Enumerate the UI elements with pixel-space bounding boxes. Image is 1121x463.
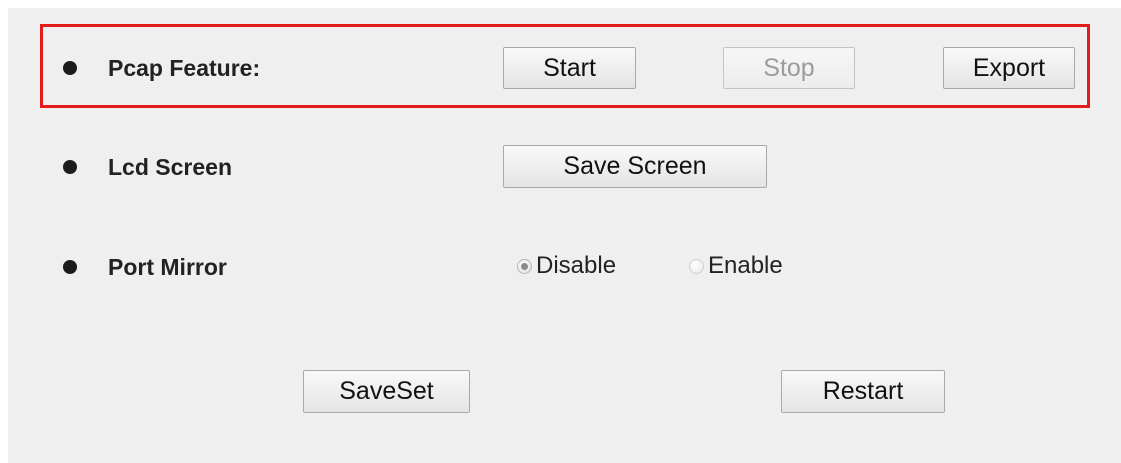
enable-radio[interactable]	[689, 258, 704, 274]
disable-radio[interactable]	[517, 258, 532, 274]
pcap-bullet-icon	[63, 61, 77, 75]
pcap-start-button[interactable]: Start	[503, 47, 636, 89]
restart-button[interactable]: Restart	[781, 370, 945, 413]
disable-radio-label: Disable	[536, 252, 617, 279]
enable-radio-label: Enable	[708, 252, 783, 279]
port-mirror-label: Port Mirror	[108, 254, 227, 280]
pcap-export-button[interactable]: Export	[943, 47, 1075, 89]
pcap-feature-label: Pcap Feature:	[108, 55, 261, 81]
pcap-stop-button[interactable]: Stop	[723, 47, 855, 89]
lcd-bullet-icon	[63, 160, 77, 174]
saveset-button[interactable]: SaveSet	[303, 370, 470, 413]
port-mirror-enable-option[interactable]: Enable	[689, 252, 783, 280]
lcd-screen-label: Lcd Screen	[108, 154, 232, 180]
port-mirror-disable-option[interactable]: Disable	[517, 252, 616, 280]
port-mirror-bullet-icon	[63, 260, 77, 274]
save-screen-button[interactable]: Save Screen	[503, 145, 767, 188]
